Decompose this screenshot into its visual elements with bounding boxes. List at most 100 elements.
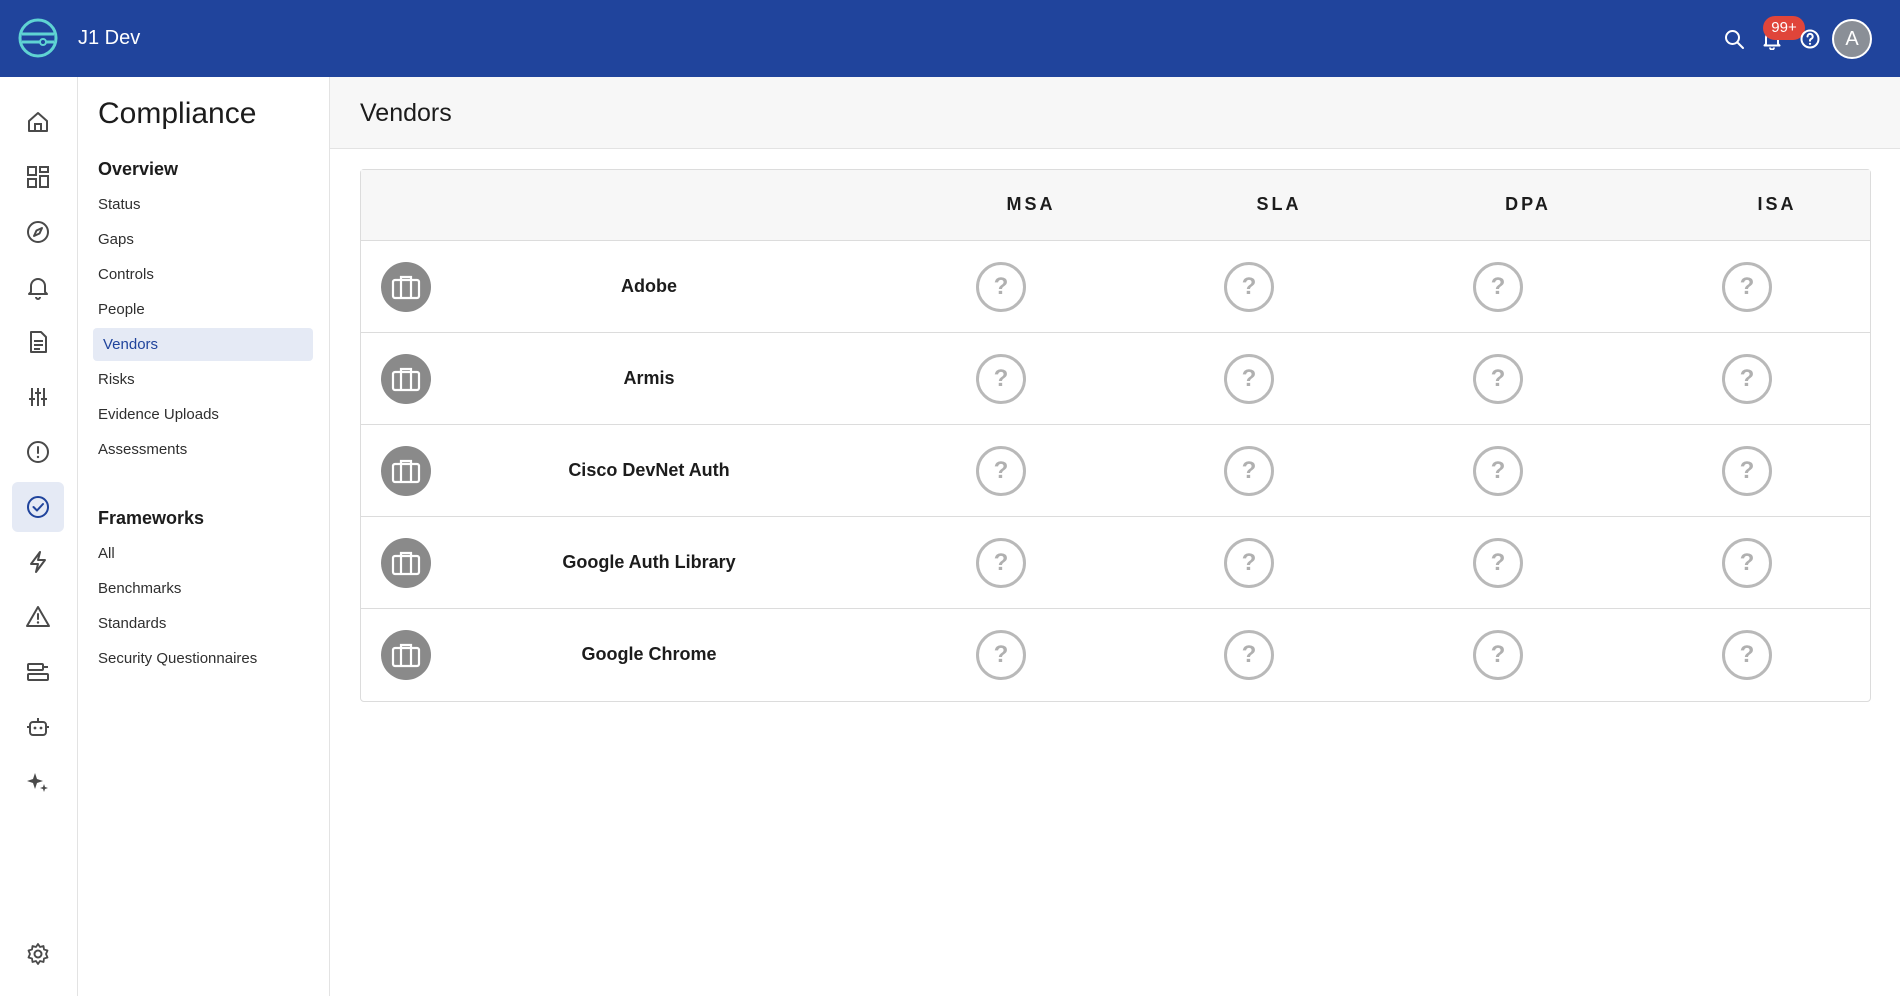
check-circle-icon [27,496,49,518]
dpa-status-icon[interactable]: ? [1473,446,1523,496]
group-title-frameworks: Frameworks [98,508,205,528]
sla-status-icon[interactable]: ? [1224,538,1274,588]
rail-automation[interactable] [12,537,64,587]
rail-reports[interactable] [12,317,64,367]
sparkle-icon [27,773,48,792]
page-header: Vendors [330,77,1900,149]
sla-status-icon[interactable]: ? [1224,630,1274,680]
vendor-icon [381,354,431,404]
vendor-icon [381,630,431,680]
nav-item-people[interactable]: People [98,301,145,318]
nav-item-security-questionnaires[interactable]: Security Questionnaires [98,650,257,667]
app-title[interactable]: J1 Dev [78,27,140,50]
gear-icon [27,943,49,965]
msa-status-icon[interactable]: ? [976,262,1026,312]
nav-item-risks[interactable]: Risks [98,371,135,388]
nav-item-all[interactable]: All [98,545,115,562]
column-header-sla: SLA [1256,194,1302,214]
search-icon[interactable] [1723,28,1745,50]
nav-item-vendors[interactable]: Vendors [93,328,313,361]
rail-assistant[interactable] [12,757,64,807]
page-title: Vendors [360,99,452,127]
dpa-status-icon[interactable]: ? [1473,354,1523,404]
logo-icon[interactable] [17,17,59,59]
column-header-msa: MSA [1006,194,1056,214]
compliance-nav: Compliance Overview Status Gaps Controls… [78,77,330,996]
rail-issues[interactable] [12,427,64,477]
msa-status-icon[interactable]: ? [976,538,1026,588]
section-title: Compliance [98,97,257,130]
msa-status-icon[interactable]: ? [976,630,1026,680]
nav-item-gaps[interactable]: Gaps [98,231,134,248]
vendor-icon [381,262,431,312]
sla-status-icon[interactable]: ? [1224,354,1274,404]
vendors-table: MSA SLA DPA ISA Adobe ? ? ? ? Armis ? ? … [360,169,1871,702]
msa-status-icon[interactable]: ? [976,446,1026,496]
rail-settings-sliders[interactable] [12,372,64,422]
isa-status-icon[interactable]: ? [1722,538,1772,588]
dpa-status-icon[interactable]: ? [1473,630,1523,680]
isa-status-icon[interactable]: ? [1722,630,1772,680]
rail-home[interactable] [12,97,64,147]
rail-settings[interactable] [12,929,64,979]
briefcase-icon [391,643,421,668]
table-header: MSA SLA DPA ISA [361,170,1870,241]
rail-explore[interactable] [12,207,64,257]
compass-icon [27,221,49,243]
sla-status-icon[interactable]: ? [1224,262,1274,312]
vendor-icon [381,538,431,588]
list-icon [27,663,49,681]
vendor-name[interactable]: Armis [449,368,849,389]
vendor-name[interactable]: Google Chrome [449,644,849,665]
bell-icon [28,278,48,300]
table-row[interactable]: Google Chrome ? ? ? ? [361,609,1870,701]
sla-status-icon[interactable]: ? [1224,446,1274,496]
vendor-name[interactable]: Google Auth Library [449,552,849,573]
briefcase-icon [391,367,421,392]
nav-item-status[interactable]: Status [98,196,141,213]
vendor-name[interactable]: Adobe [449,276,849,297]
group-title-overview: Overview [98,159,179,179]
dpa-status-icon[interactable]: ? [1473,538,1523,588]
briefcase-icon [391,459,421,484]
vendor-icon [381,446,431,496]
vendor-name[interactable]: Cisco DevNet Auth [449,460,849,481]
dpa-status-icon[interactable]: ? [1473,262,1523,312]
nav-item-evidence-uploads[interactable]: Evidence Uploads [98,406,219,423]
rail-compliance[interactable] [12,482,64,532]
avatar[interactable]: A [1832,19,1872,59]
rail-alerts[interactable] [12,262,64,312]
briefcase-icon [391,551,421,576]
isa-status-icon[interactable]: ? [1722,262,1772,312]
rail-findings[interactable] [12,592,64,642]
warning-triangle-icon [26,606,50,627]
main-content: Vendors MSA SLA DPA ISA Adobe ? ? ? ? Ar… [330,77,1900,996]
nav-item-assessments[interactable]: Assessments [98,441,187,458]
isa-status-icon[interactable]: ? [1722,354,1772,404]
home-icon [28,112,48,132]
column-header-isa: ISA [1757,194,1797,214]
table-row[interactable]: Adobe ? ? ? ? [361,241,1870,333]
alert-circle-icon [27,441,49,463]
help-icon[interactable] [1799,28,1821,50]
table-row[interactable]: Cisco DevNet Auth ? ? ? ? [361,425,1870,517]
nav-item-standards[interactable]: Standards [98,615,166,632]
isa-status-icon[interactable]: ? [1722,446,1772,496]
lightning-icon [30,551,46,573]
rail-integrations[interactable] [12,647,64,697]
table-row[interactable]: Armis ? ? ? ? [361,333,1870,425]
icon-rail [0,77,78,996]
sliders-icon [29,388,47,406]
table-row[interactable]: Google Auth Library ? ? ? ? [361,517,1870,609]
briefcase-icon [391,275,421,300]
rail-dashboard[interactable] [12,152,64,202]
msa-status-icon[interactable]: ? [976,354,1026,404]
rail-ai[interactable] [12,702,64,752]
nav-item-benchmarks[interactable]: Benchmarks [98,580,181,597]
document-icon [30,331,47,353]
top-bar: J1 Dev 99+ A [0,0,1900,77]
nav-item-controls[interactable]: Controls [98,266,154,283]
dashboard-icon [27,166,49,188]
column-header-dpa: DPA [1505,194,1551,214]
robot-icon [27,718,49,736]
